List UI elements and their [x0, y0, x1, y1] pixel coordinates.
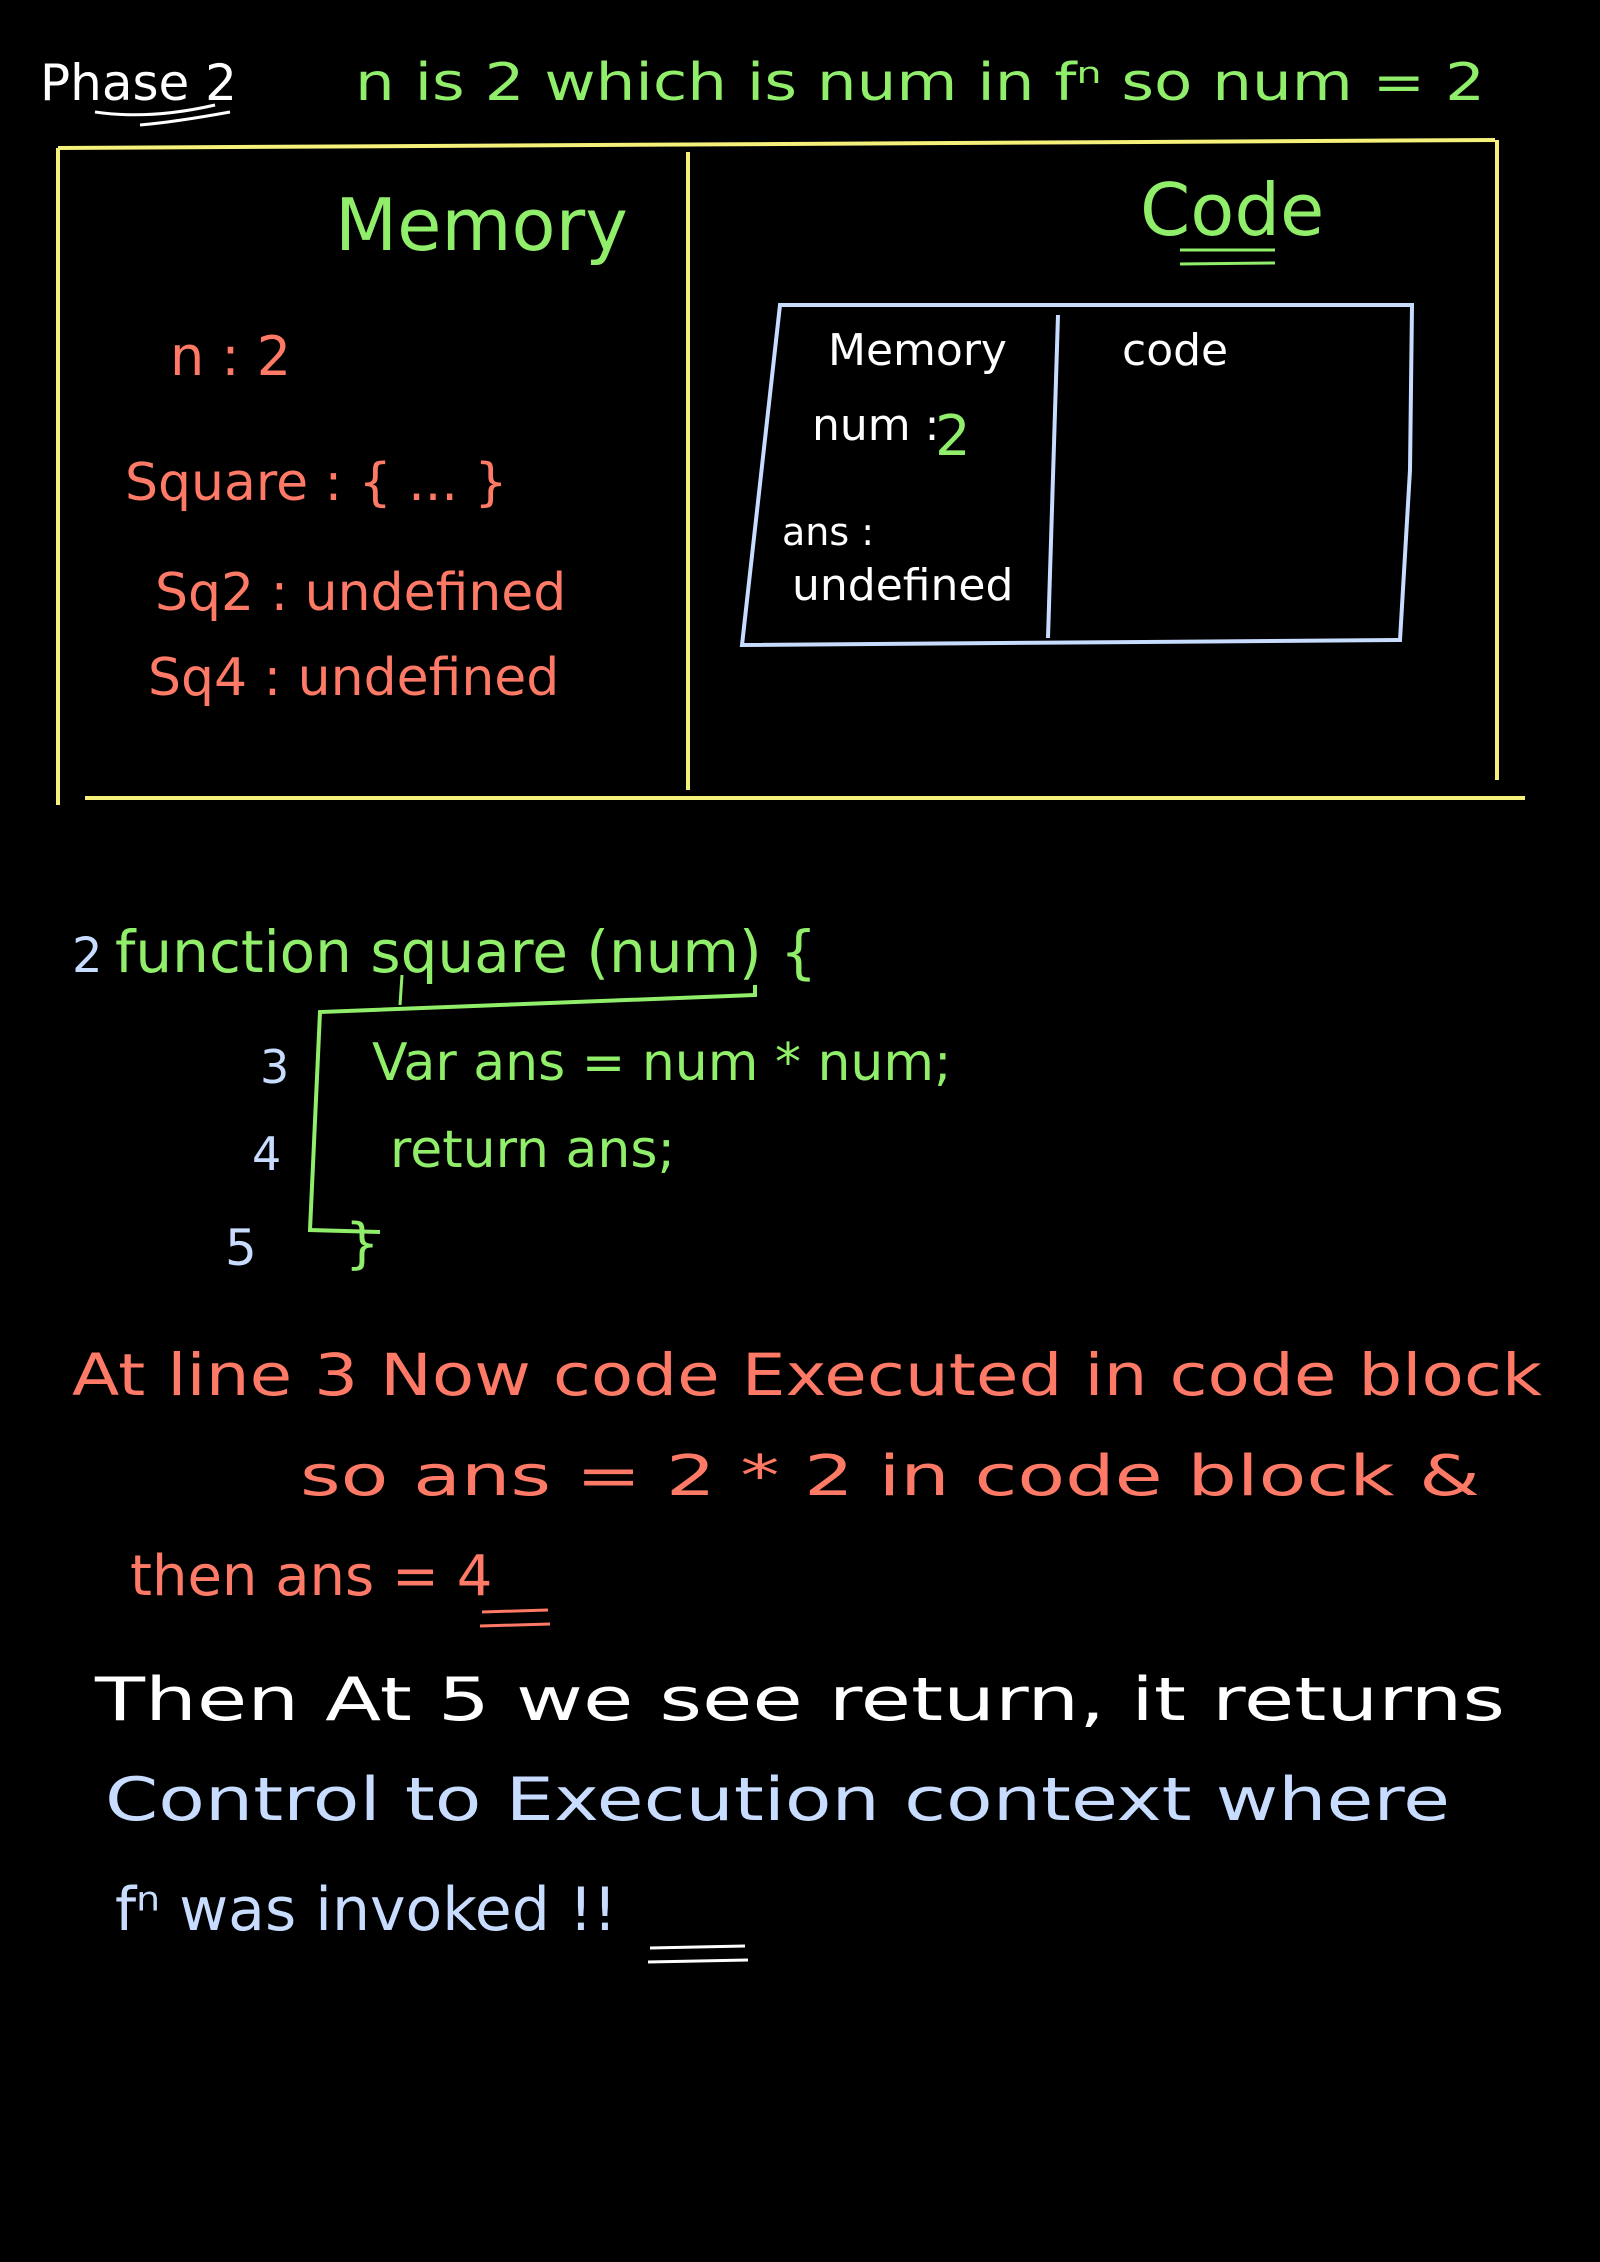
- name-tick: [398, 974, 404, 1006]
- code-line-2: function square (num) {: [115, 918, 817, 986]
- explanation-line-5: Control to Execution context where: [105, 1765, 1450, 1835]
- code-title: Code: [1140, 168, 1324, 252]
- invoked-underline: [647, 1944, 749, 1964]
- explanation-line-6: fⁿ was invoked !!: [115, 1875, 617, 1945]
- inner-ans-value: undefined: [792, 560, 1013, 611]
- inner-code-title: code: [1122, 325, 1228, 376]
- memory-entry-sq2: Sq2 : undefined: [155, 563, 566, 623]
- line-number-3: 3: [260, 1040, 289, 1094]
- execution-context-box: Memory Code n : 2 Square : { ... } Sq2 :…: [56, 138, 1525, 805]
- line-number-5: 5: [225, 1219, 257, 1277]
- code-line-4: return ans;: [390, 1120, 675, 1180]
- inner-execution-context: Memory code num : 2 ans : undefined: [739, 303, 1415, 648]
- code-listing: 2 function square (num) { 3 Var ans = nu…: [72, 918, 952, 1277]
- inner-num-value: 2: [935, 404, 971, 469]
- code-line-3: Var ans = num * num;: [372, 1033, 952, 1093]
- code-line-5: }: [345, 1212, 379, 1275]
- phase-label: Phase 2: [40, 54, 237, 112]
- inner-memory-title: Memory: [828, 325, 1007, 376]
- line-number-4: 4: [252, 1127, 281, 1181]
- explanation-line-4: Then At 5 we see return, it returns: [94, 1665, 1505, 1735]
- explanation-line-2: so ans = 2 * 2 in code block &: [300, 1444, 1480, 1509]
- explanation-blue: Then At 5 we see return, it returns Cont…: [94, 1665, 1505, 1964]
- inner-ans-label: ans :: [782, 510, 874, 554]
- memory-entry-n: n : 2: [170, 325, 291, 388]
- phase-statement: n is 2 which is num in fⁿ so num = 2: [355, 53, 1485, 113]
- whiteboard-canvas: Phase 2 n is 2 which is num in fⁿ so num…: [40, 53, 1542, 1964]
- line-number-2: 2: [72, 928, 103, 984]
- inner-context-divider: [1046, 314, 1060, 639]
- memory-title: Memory: [335, 183, 628, 267]
- memory-entry-square: Square : { ... }: [125, 453, 507, 513]
- code-title-underline: [1179, 248, 1276, 266]
- header: Phase 2 n is 2 which is num in fⁿ so num…: [40, 53, 1485, 127]
- inner-num-label: num :: [812, 400, 939, 451]
- context-top-border: [57, 138, 1496, 150]
- explanation-line-1: At line 3 Now code Executed in code bloc…: [72, 1341, 1542, 1409]
- explanation-line-3: then ans = 4: [130, 1544, 492, 1609]
- explanation-red: At line 3 Now code Executed in code bloc…: [72, 1341, 1542, 1628]
- ans-result-underline: [479, 1608, 551, 1628]
- memory-entry-sq4: Sq4 : undefined: [148, 648, 559, 708]
- function-body-bracket: [307, 985, 757, 1234]
